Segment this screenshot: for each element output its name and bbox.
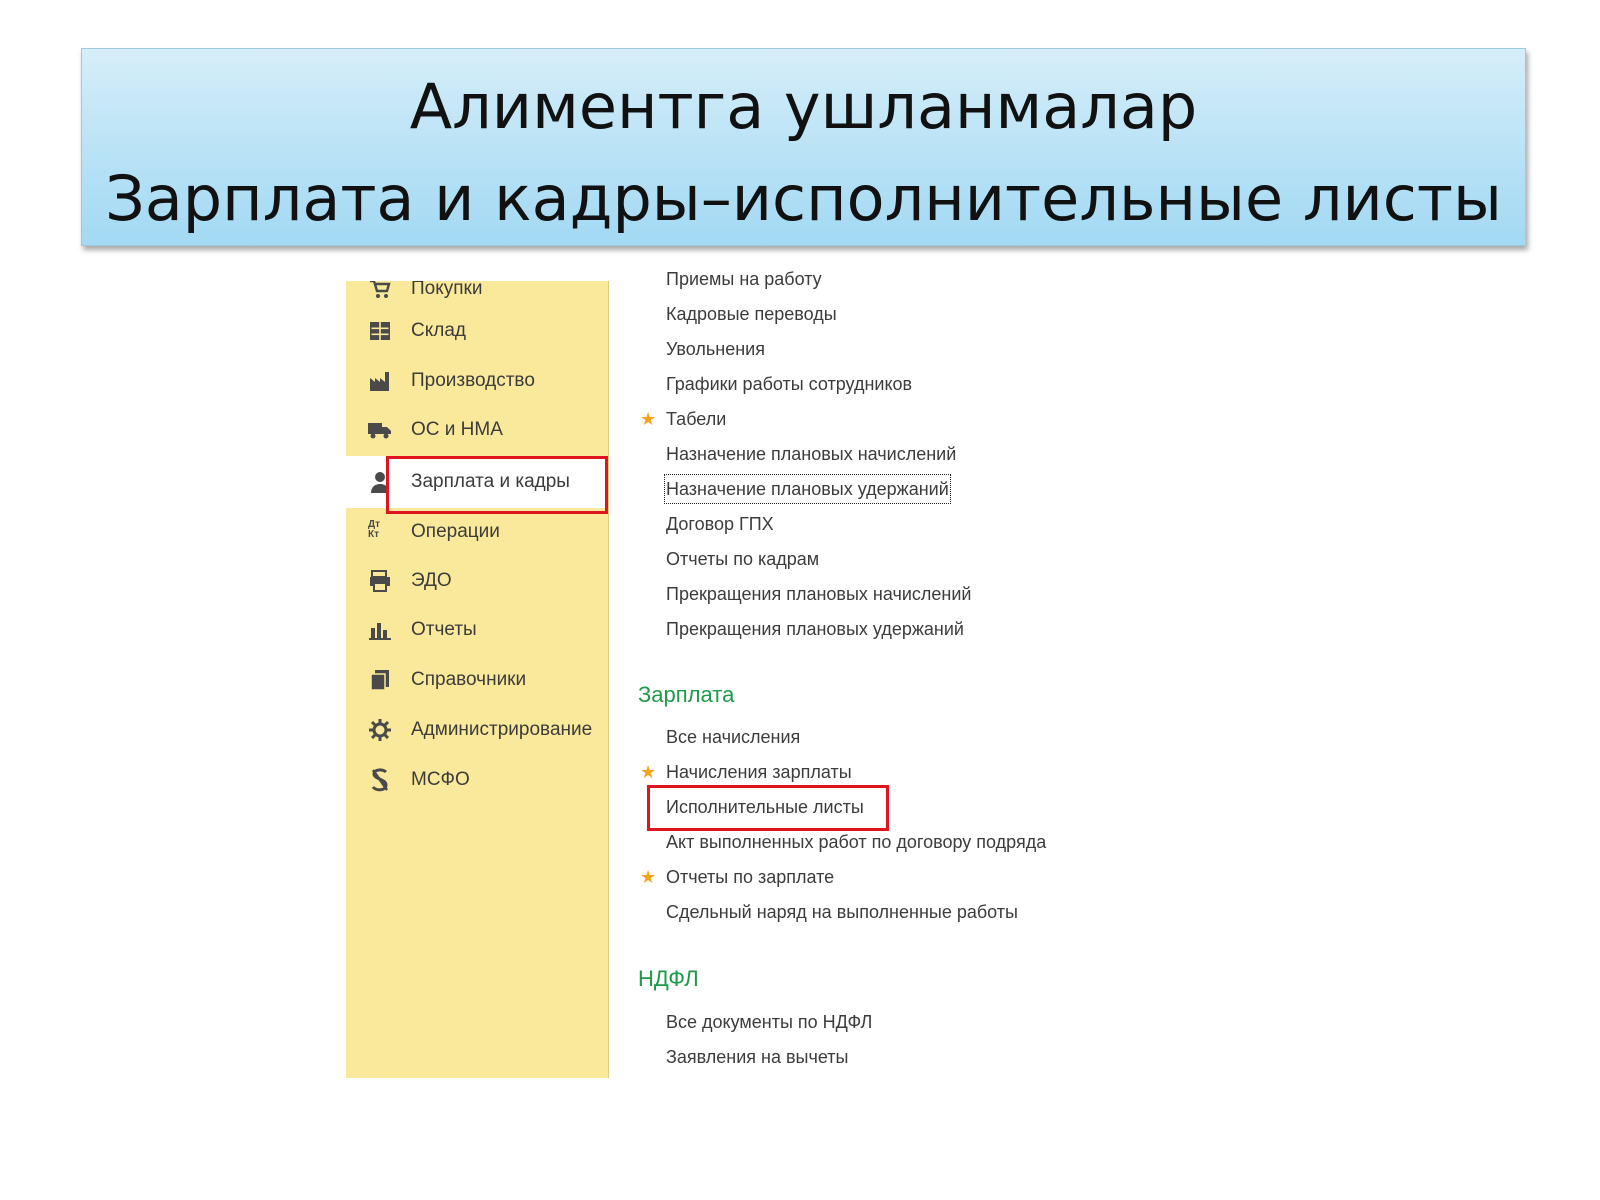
link-gph-contract[interactable]: Договор ГПХ <box>666 511 774 537</box>
sidebar-item-references[interactable]: Справочники <box>346 658 608 702</box>
link-all-accruals[interactable]: Все начисления <box>666 724 800 750</box>
link-stop-accruals[interactable]: Прекращения плановых начислений <box>666 581 971 607</box>
sidebar-item-label: Отчеты <box>411 619 477 640</box>
sidebar-item-administration[interactable]: Администрирование <box>346 708 608 752</box>
link-work-completion-act[interactable]: Акт выполненных работ по договору подряд… <box>666 829 1046 855</box>
books-icon <box>368 668 392 692</box>
star-icon[interactable]: ★ <box>640 406 656 432</box>
link-timesheets[interactable]: Табели <box>666 406 726 432</box>
link-piecework-order[interactable]: Сдельный наряд на выполненные работы <box>666 899 1018 925</box>
link-hr-reports[interactable]: Отчеты по кадрам <box>666 546 819 572</box>
link-salary-accruals[interactable]: Начисления зарплаты <box>666 759 852 785</box>
truck-icon <box>368 418 392 442</box>
sidebar-item-label: Администрирование <box>411 719 593 740</box>
sidebar-item-reports[interactable]: Отчеты <box>346 608 608 652</box>
link-stop-deductions[interactable]: Прекращения плановых удержаний <box>666 616 964 642</box>
sidebar-item-label: МСФО <box>411 769 470 790</box>
sidebar-item-purchases[interactable]: Покупки <box>346 281 608 311</box>
slide-title-line-1: Алиментга ушланмалар <box>409 70 1198 143</box>
sidebar-item-salary-hr[interactable]: Зарплата и кадры <box>346 456 608 508</box>
gear-icon <box>368 718 392 742</box>
sidebar-item-label: ОС и НМА <box>411 419 503 440</box>
sidebar-item-label: Производство <box>411 370 535 391</box>
link-work-schedules[interactable]: Графики работы сотрудников <box>666 371 912 397</box>
link-dismissals[interactable]: Увольнения <box>666 336 765 362</box>
section-heading-salary: Зарплата <box>638 682 735 707</box>
slide-title-box: Алиментга ушланмалар Зарплата и кадры–ис… <box>81 48 1526 246</box>
sidebar-item-label: Зарплата и кадры <box>411 471 570 492</box>
content-panel: Приемы на работу Кадровые переводы Уволь… <box>636 268 1336 1088</box>
sidebar-item-label: Склад <box>411 320 466 341</box>
person-icon <box>368 470 392 494</box>
link-salary-reports[interactable]: Отчеты по зарплате <box>666 864 834 890</box>
bar-chart-icon <box>368 618 392 642</box>
sidebar-item-label: ЭДО <box>411 570 452 591</box>
sidebar-item-label: Операции <box>411 521 500 542</box>
star-icon[interactable]: ★ <box>640 759 656 785</box>
cart-icon <box>368 281 392 301</box>
link-all-ndfl-docs[interactable]: Все документы по НДФЛ <box>666 1009 872 1035</box>
warehouse-icon <box>368 319 392 343</box>
sidebar-item-warehouse[interactable]: Склад <box>346 309 608 353</box>
link-transfers[interactable]: Кадровые переводы <box>666 301 837 327</box>
factory-icon <box>368 369 392 393</box>
sidebar-item-label: Покупки <box>411 281 483 299</box>
link-planned-accruals[interactable]: Назначение плановых начислений <box>666 441 956 467</box>
msfo-icon <box>368 768 392 792</box>
slide-title-line-2: Зарплата и кадры–исполнительные листы <box>105 162 1502 235</box>
edo-icon <box>368 569 392 593</box>
sidebar: Покупки Склад Производство ОС и НМА Зарп… <box>346 281 609 1078</box>
dt-kt-icon: Дт Кт <box>368 519 381 540</box>
link-hiring[interactable]: Приемы на работу <box>666 268 822 292</box>
link-writs-of-execution[interactable]: Исполнительные листы <box>666 794 864 820</box>
link-deduction-applications[interactable]: Заявления на вычеты <box>666 1044 848 1070</box>
link-planned-deductions[interactable]: Назначение плановых удержаний <box>664 474 951 504</box>
sidebar-item-label: Справочники <box>411 669 527 690</box>
sidebar-item-msfo[interactable]: МСФО <box>346 758 608 802</box>
sidebar-item-fixed-assets[interactable]: ОС и НМА <box>346 408 608 452</box>
sidebar-item-edo[interactable]: ЭДО <box>346 559 608 603</box>
section-heading-ndfl: НДФЛ <box>638 966 699 991</box>
sidebar-item-operations[interactable]: Дт Кт Операции <box>346 510 608 554</box>
star-icon[interactable]: ★ <box>640 864 656 890</box>
sidebar-item-production[interactable]: Производство <box>346 359 608 403</box>
